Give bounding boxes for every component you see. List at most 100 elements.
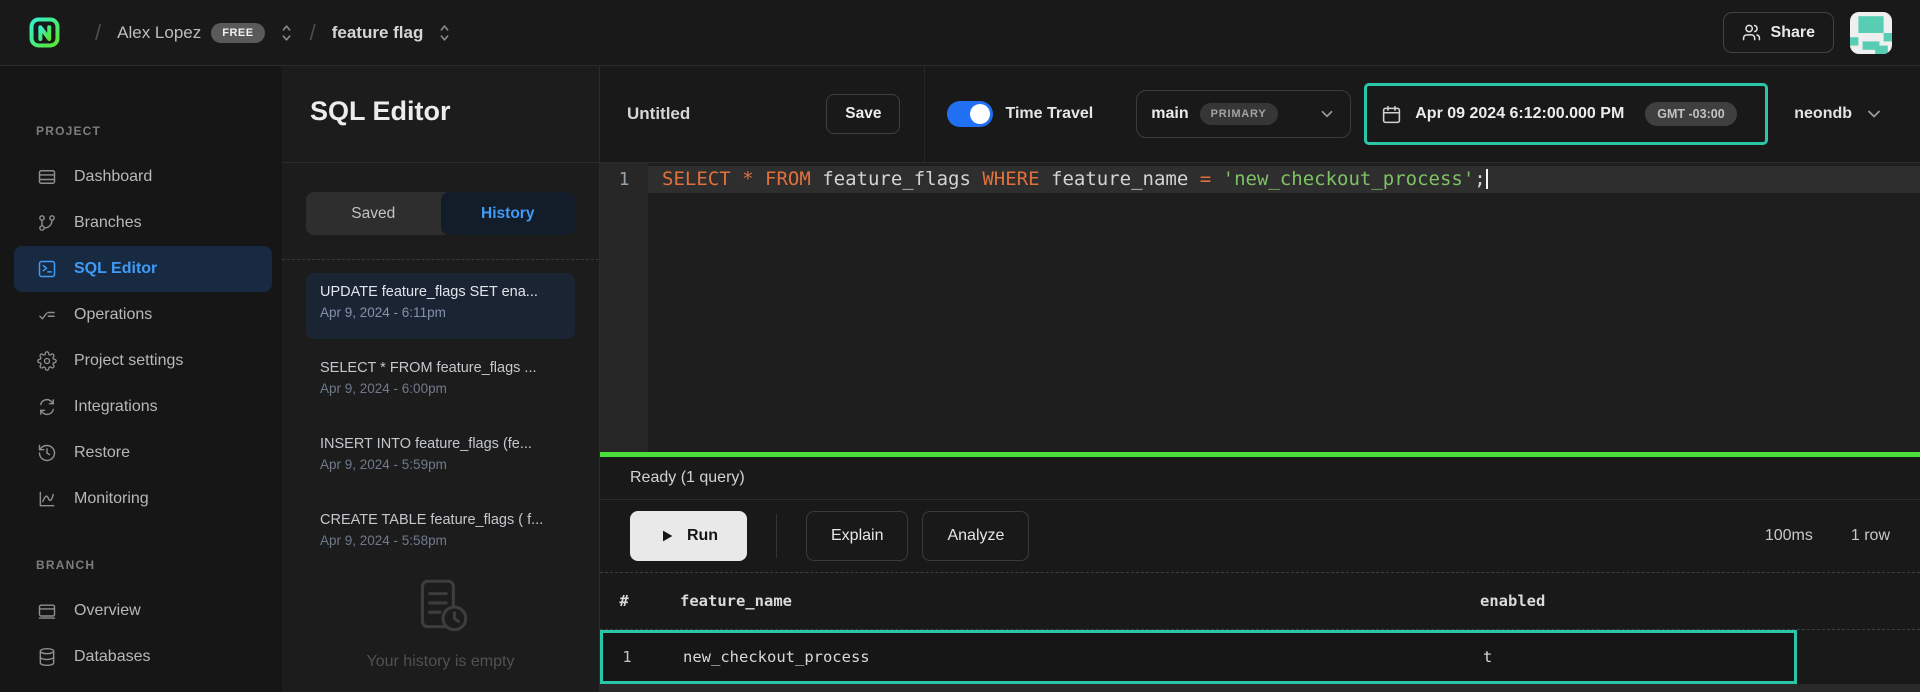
share-label: Share xyxy=(1771,24,1815,42)
share-button[interactable]: Share xyxy=(1723,12,1834,53)
sql-query-line[interactable]: SELECT * FROM feature_flags WHERE featur… xyxy=(648,166,1920,193)
sidebar-item-label: Databases xyxy=(74,648,151,666)
chevron-down-icon xyxy=(1864,104,1884,124)
result-meta: 100ms 1 row xyxy=(1765,527,1890,545)
sidebar-item-overview[interactable]: Overview xyxy=(14,588,272,634)
sidebar-item-label: Monitoring xyxy=(74,490,149,508)
branch-select[interactable]: main PRIMARY xyxy=(1136,90,1351,138)
sidebar-item-operations[interactable]: Operations xyxy=(14,292,272,338)
explain-button[interactable]: Explain xyxy=(806,511,908,561)
breadcrumb-org: Alex Lopez FREE xyxy=(117,23,293,43)
sidebar-item-restore[interactable]: Restore xyxy=(14,430,272,476)
table-row[interactable]: 1 new_checkout_process t xyxy=(603,633,1794,681)
sidebar-item-branches[interactable]: Branches xyxy=(14,200,272,246)
history-date: Apr 9, 2024 - 5:59pm xyxy=(320,457,561,472)
sql-token: 'new_checkout_process' xyxy=(1223,168,1475,190)
monitoring-chart-icon xyxy=(36,488,58,510)
sql-token: SELECT xyxy=(662,168,731,190)
time-travel-label: Time Travel xyxy=(1005,105,1093,123)
sidebar-item-label: SQL Editor xyxy=(74,260,157,278)
analyze-button[interactable]: Analyze xyxy=(922,511,1029,561)
query-tab-title: Untitled xyxy=(627,104,690,124)
main-area: Untitled Save Time Travel main PRIMARY xyxy=(600,66,1920,692)
restore-clock-icon xyxy=(36,442,58,464)
users-icon xyxy=(1742,23,1761,42)
database-icon xyxy=(36,646,58,668)
history-item[interactable]: INSERT INTO feature_flags (fe... Apr 9, … xyxy=(306,425,575,491)
sidebar-item-databases[interactable]: Databases xyxy=(14,634,272,680)
sidebar-item-dashboard[interactable]: Dashboard xyxy=(14,154,272,200)
neon-console: / Alex Lopez FREE / feature flag xyxy=(0,0,1920,692)
sidebar-item-old-tables[interactable]: Old Tables xyxy=(14,680,272,692)
top-header: / Alex Lopez FREE / feature flag xyxy=(0,0,1920,66)
result-row-annotation: 1 new_checkout_process t xyxy=(600,630,1797,684)
tab-history[interactable]: History xyxy=(441,192,576,235)
gear-icon xyxy=(36,350,58,372)
time-travel-toggle[interactable] xyxy=(947,101,993,127)
sidebar-section-project: PROJECT xyxy=(36,124,282,138)
history-query: CREATE TABLE feature_flags ( f... xyxy=(320,512,561,528)
sidebar-item-label: Overview xyxy=(74,602,141,620)
sql-token: feature_name xyxy=(1040,168,1200,190)
project-switcher-chevrons-icon[interactable] xyxy=(437,23,452,43)
timezone-badge: GMT -03:00 xyxy=(1645,102,1736,126)
column-header-enabled: enabled xyxy=(1480,592,1920,610)
operations-icon xyxy=(36,304,58,326)
saved-history-tabs: Saved History xyxy=(306,192,575,235)
table-bottom-strip xyxy=(600,684,1920,692)
neon-logo[interactable] xyxy=(28,16,61,49)
column-header-feature-name: feature_name xyxy=(648,592,1480,610)
sidebar-item-monitoring[interactable]: Monitoring xyxy=(14,476,272,522)
chevron-down-icon xyxy=(1318,105,1336,123)
history-empty-text: Your history is empty xyxy=(367,653,515,671)
line-number: 1 xyxy=(600,166,648,193)
column-header-index: # xyxy=(600,592,648,610)
sidebar-item-integrations[interactable]: Integrations xyxy=(14,384,272,430)
time-travel-datetime-annotation: Apr 09 2024 6:12:00.000 PM GMT -03:00 xyxy=(1364,83,1768,145)
sql-token xyxy=(1211,168,1222,190)
breadcrumb-separator: / xyxy=(95,20,101,46)
avatar[interactable] xyxy=(1850,12,1892,54)
history-query: INSERT INTO feature_flags (fe... xyxy=(320,436,561,452)
sql-token: WHERE xyxy=(982,168,1039,190)
sql-token xyxy=(754,168,765,190)
sql-token: feature_flags xyxy=(811,168,983,190)
history-item[interactable]: SELECT * FROM feature_flags ... Apr 9, 2… xyxy=(306,349,575,415)
sidebar: PROJECT Dashboard Branches xyxy=(0,66,282,692)
history-empty-state: Your history is empty xyxy=(282,573,599,671)
query-actions: Run Explain Analyze 100ms 1 row xyxy=(600,500,1920,573)
tab-saved[interactable]: Saved xyxy=(306,192,441,235)
sql-token: ; xyxy=(1474,168,1485,190)
org-switcher-chevrons-icon[interactable] xyxy=(279,23,294,43)
history-item[interactable]: UPDATE feature_flags SET ena... Apr 9, 2… xyxy=(306,273,575,339)
branch-name: main xyxy=(1151,105,1188,123)
sql-token xyxy=(731,168,742,190)
document-clock-icon xyxy=(408,573,474,639)
org-name: Alex Lopez xyxy=(117,23,201,43)
sidebar-item-label: Dashboard xyxy=(74,168,152,186)
editor-toolbar: Untitled Save Time Travel main PRIMARY xyxy=(600,66,1920,163)
time-travel-datetime-field[interactable]: Apr 09 2024 6:12:00.000 PM GMT -03:00 xyxy=(1367,102,1765,126)
sql-token: = xyxy=(1200,168,1211,190)
page-title: SQL Editor xyxy=(310,96,599,127)
sidebar-item-project-settings[interactable]: Project settings xyxy=(14,338,272,384)
row-index: 1 xyxy=(603,648,651,666)
query-duration: 100ms xyxy=(1765,527,1813,545)
save-button[interactable]: Save xyxy=(826,94,900,134)
sidebar-item-label: Operations xyxy=(74,306,152,324)
status-bar: Ready (1 query) xyxy=(600,457,1920,500)
row-enabled-value: t xyxy=(1483,648,1794,666)
sql-code-editor[interactable]: 1 SELECT * FROM feature_flags WHERE feat… xyxy=(600,163,1920,452)
history-item[interactable]: CREATE TABLE feature_flags ( f... Apr 9,… xyxy=(306,501,575,567)
run-button[interactable]: Run xyxy=(630,511,747,561)
history-query: UPDATE feature_flags SET ena... xyxy=(320,284,561,300)
history-date: Apr 9, 2024 - 5:58pm xyxy=(320,533,561,548)
actions-divider xyxy=(776,514,777,558)
sidebar-item-sql-editor[interactable]: SQL Editor xyxy=(14,246,272,292)
database-select[interactable]: neondb xyxy=(1794,104,1884,124)
plan-badge: FREE xyxy=(211,23,264,43)
breadcrumb-project: feature flag xyxy=(332,23,453,43)
breadcrumb-separator: / xyxy=(310,20,316,46)
database-name: neondb xyxy=(1794,105,1852,123)
history-date: Apr 9, 2024 - 6:11pm xyxy=(320,305,561,320)
